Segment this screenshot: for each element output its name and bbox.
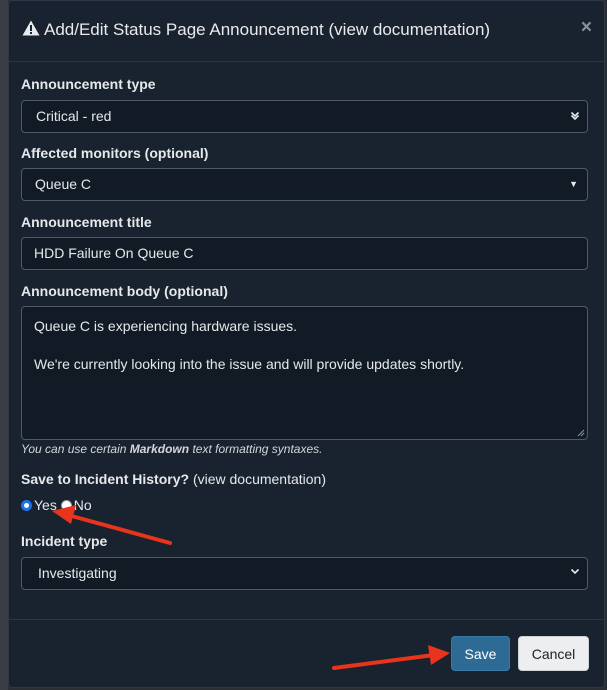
incident-type-select[interactable]: Investigating [21, 557, 588, 590]
announcement-modal: Add/Edit Status Page Announcement (view … [8, 0, 605, 688]
affected-monitors-label: Affected monitors (optional) [21, 145, 209, 161]
view-documentation-link[interactable]: (view documentation) [329, 20, 491, 39]
announcement-body-textarea[interactable]: Queue C is experiencing hardware issues.… [21, 306, 588, 440]
announcement-type-label: Announcement type [21, 76, 156, 92]
caret-down-icon: ▼ [569, 179, 578, 189]
radio-no-label[interactable]: No [74, 497, 92, 513]
incident-history-doc-link[interactable]: (view documentation) [193, 471, 326, 487]
announcement-type-value: Critical - red [36, 108, 112, 124]
incident-history-radio-group: Yes No [21, 497, 92, 515]
modal-title: Add/Edit Status Page Announcement (view … [22, 20, 490, 40]
resize-grip-icon[interactable] [577, 429, 585, 437]
incident-type-value: Investigating [38, 565, 117, 581]
incident-type-label: Incident type [21, 533, 108, 549]
radio-yes[interactable] [21, 500, 32, 511]
announcement-title-value: HDD Failure On Queue C [34, 245, 194, 261]
cancel-button[interactable]: Cancel [518, 636, 589, 671]
announcement-type-select[interactable]: Critical - red [21, 100, 588, 133]
background-page-edge [0, 0, 8, 690]
body-line-2: We're currently looking into the issue a… [34, 356, 465, 372]
chevron-icon [570, 111, 580, 121]
markdown-help-text: You can use certain Markdown text format… [21, 442, 323, 456]
incident-history-label: Save to Incident History? (view document… [21, 471, 326, 487]
chevron-icon [570, 568, 580, 575]
affected-monitors-value: Queue C [35, 176, 92, 192]
body-line-1: Queue C is experiencing hardware issues. [34, 318, 298, 334]
announcement-title-label: Announcement title [21, 214, 152, 230]
save-button[interactable]: Save [451, 636, 510, 671]
modal-header: Add/Edit Status Page Announcement (view … [9, 1, 604, 62]
radio-no[interactable] [60, 500, 72, 511]
warning-icon [22, 20, 40, 36]
modal-title-text: Add/Edit Status Page Announcement [44, 20, 324, 39]
radio-yes-label[interactable]: Yes [34, 497, 57, 513]
markdown-link[interactable]: Markdown [130, 442, 189, 456]
announcement-title-input[interactable]: HDD Failure On Queue C [21, 237, 588, 270]
modal-footer: Save Cancel [9, 619, 604, 688]
announcement-body-label: Announcement body (optional) [21, 283, 228, 299]
affected-monitors-select[interactable]: Queue C ▼ [21, 168, 588, 201]
close-icon[interactable]: × [581, 17, 592, 39]
